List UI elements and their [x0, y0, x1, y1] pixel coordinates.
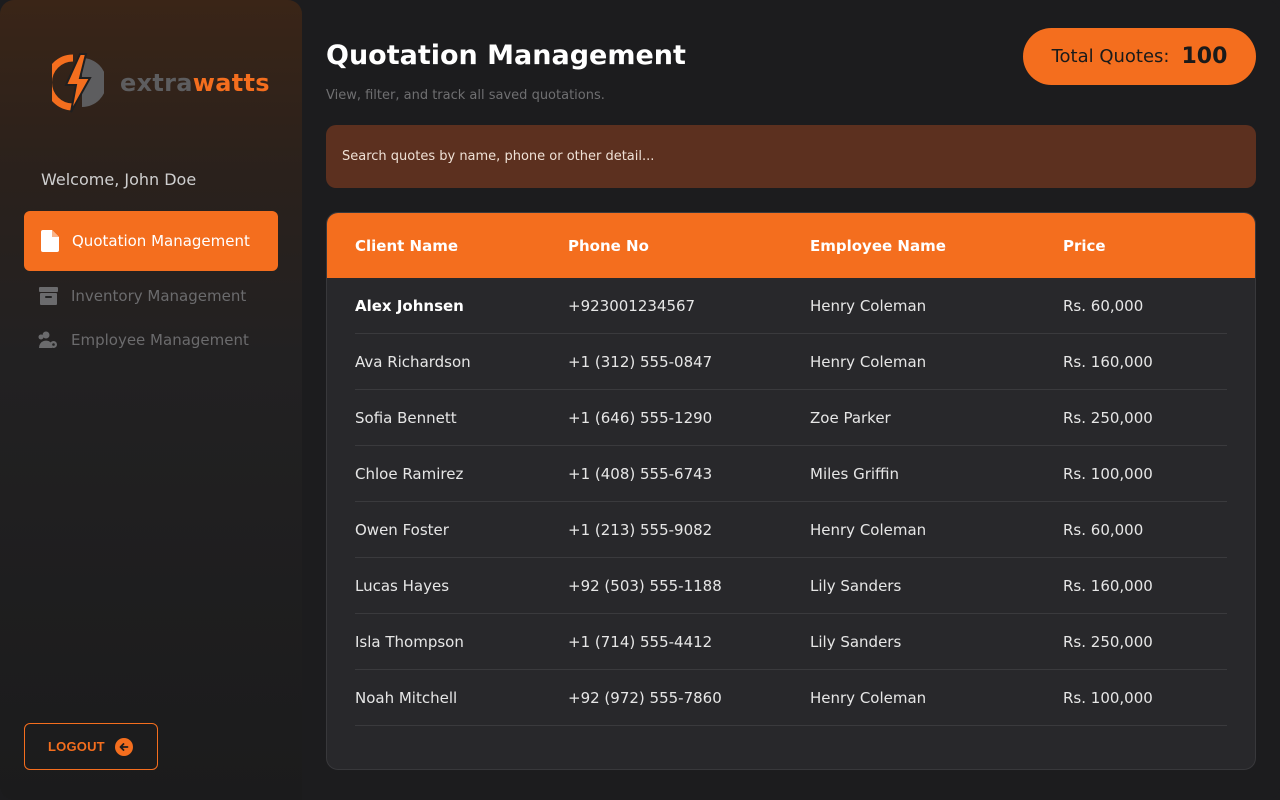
column-header-employee-name[interactable]: Employee Name	[810, 237, 946, 255]
cell-price: Rs. 160,000	[1063, 352, 1153, 371]
table-row[interactable]: Isla Thompson +1 (714) 555-4412 Lily San…	[355, 614, 1227, 670]
cell-client-name: Isla Thompson	[355, 632, 464, 651]
cell-client-name: Ava Richardson	[355, 352, 471, 371]
logout-arrow-icon	[114, 737, 133, 756]
document-icon	[40, 230, 60, 252]
cell-phone-no: +923001234567	[568, 296, 696, 315]
cell-phone-no: +1 (213) 555-9082	[568, 520, 713, 539]
column-header-phone-no[interactable]: Phone No	[568, 237, 649, 255]
app-window: extrawatts Welcome, John Doe Quotation M…	[0, 0, 1280, 800]
brand-name-part1: extra	[120, 69, 193, 97]
brand-name: extrawatts	[120, 69, 270, 97]
cell-client-name: Alex Johnsen	[355, 296, 464, 315]
table-body: Alex Johnsen +923001234567 Henry Coleman…	[327, 278, 1255, 726]
table-header: Client Name Phone No Employee Name Price	[327, 213, 1255, 278]
table-row[interactable]: Sofia Bennett +1 (646) 555-1290 Zoe Park…	[355, 390, 1227, 446]
total-quotes-label: Total Quotes:	[1051, 46, 1170, 67]
sidebar-item-label: Employee Management	[71, 331, 249, 349]
quotations-table: Client Name Phone No Employee Name Price…	[326, 212, 1256, 770]
sidebar-item-employee-management[interactable]: Employee Management	[24, 321, 278, 359]
cell-phone-no: +92 (972) 555-7860	[568, 688, 722, 707]
cell-price: Rs. 60,000	[1063, 520, 1144, 539]
brand-logo-group[interactable]: extrawatts	[52, 52, 270, 114]
cell-client-name: Sofia Bennett	[355, 408, 457, 427]
brand-name-part2: watts	[192, 69, 270, 97]
cell-price: Rs. 250,000	[1063, 632, 1153, 651]
cell-phone-no: +1 (714) 555-4412	[568, 632, 713, 651]
cell-phone-no: +1 (646) 555-1290	[568, 408, 713, 427]
cell-employee-name: Miles Griffin	[810, 464, 900, 483]
cell-price: Rs. 100,000	[1063, 464, 1153, 483]
column-header-client-name[interactable]: Client Name	[355, 237, 458, 255]
cell-phone-no: +92 (503) 555-1188	[568, 576, 722, 595]
cell-employee-name: Henry Coleman	[810, 352, 927, 371]
cell-phone-no: +1 (312) 555-0847	[568, 352, 713, 371]
table-row[interactable]: Alex Johnsen +923001234567 Henry Coleman…	[355, 278, 1227, 334]
cell-price: Rs. 100,000	[1063, 688, 1153, 707]
search-input[interactable]	[326, 125, 1256, 188]
sidebar: extrawatts Welcome, John Doe Quotation M…	[0, 0, 302, 800]
cell-client-name: Owen Foster	[355, 520, 449, 539]
table-row[interactable]: Lucas Hayes +92 (503) 555-1188 Lily Sand…	[355, 558, 1227, 614]
cell-employee-name: Henry Coleman	[810, 688, 927, 707]
cell-client-name: Lucas Hayes	[355, 576, 450, 595]
cell-price: Rs. 60,000	[1063, 296, 1144, 315]
lightning-logo-icon	[52, 53, 104, 113]
cell-employee-name: Lily Sanders	[810, 632, 902, 651]
sidebar-item-quotation-management[interactable]: Quotation Management	[24, 211, 278, 271]
table-row[interactable]: Chloe Ramirez +1 (408) 555-6743 Miles Gr…	[355, 446, 1227, 502]
cell-phone-no: +1 (408) 555-6743	[568, 464, 713, 483]
sidebar-item-label: Quotation Management	[72, 232, 250, 250]
table-row[interactable]: Noah Mitchell +92 (972) 555-7860 Henry C…	[355, 670, 1227, 726]
page-title: Quotation Management	[326, 40, 686, 71]
total-quotes-badge: Total Quotes: 100	[1023, 28, 1256, 85]
table-row[interactable]: Owen Foster +1 (213) 555-9082 Henry Cole…	[355, 502, 1227, 558]
cell-price: Rs. 160,000	[1063, 576, 1153, 595]
sidebar-item-inventory-management[interactable]: Inventory Management	[24, 277, 278, 315]
cell-client-name: Chloe Ramirez	[355, 464, 464, 483]
cell-price: Rs. 250,000	[1063, 408, 1153, 427]
users-gear-icon	[38, 330, 58, 350]
welcome-text: Welcome, John Doe	[41, 170, 197, 189]
logout-button[interactable]: LOGOUT	[24, 723, 158, 770]
table-row[interactable]: Ava Richardson +1 (312) 555-0847 Henry C…	[355, 334, 1227, 390]
cell-employee-name: Zoe Parker	[810, 408, 891, 427]
cell-client-name: Noah Mitchell	[355, 688, 458, 707]
archive-box-icon	[38, 286, 58, 306]
column-header-price[interactable]: Price	[1063, 237, 1106, 255]
sidebar-nav: Quotation Management Inventory Managemen…	[24, 211, 278, 359]
sidebar-item-label: Inventory Management	[71, 287, 247, 305]
cell-employee-name: Henry Coleman	[810, 520, 927, 539]
page-subtitle: View, filter, and track all saved quotat…	[326, 88, 605, 103]
logout-label: LOGOUT	[48, 739, 105, 754]
total-quotes-value: 100	[1181, 44, 1228, 69]
cell-employee-name: Henry Coleman	[810, 296, 927, 315]
cell-employee-name: Lily Sanders	[810, 576, 902, 595]
